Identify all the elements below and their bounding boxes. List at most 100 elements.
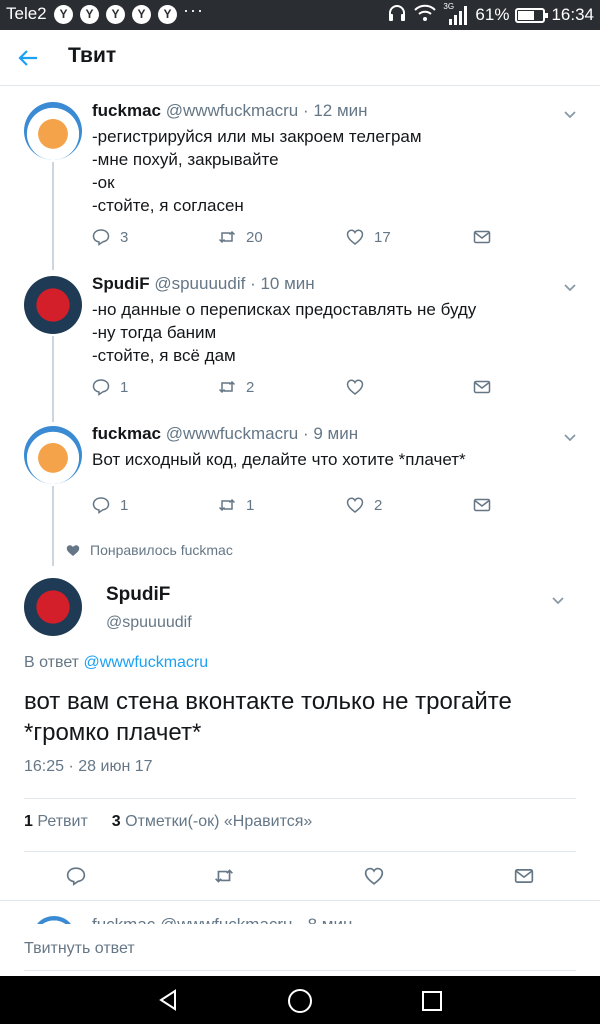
- liked-by-context: Понравилось fuckmac: [66, 542, 233, 558]
- reply-prefix: В ответ: [24, 654, 84, 671]
- chevron-down-icon[interactable]: [564, 429, 576, 445]
- author-name[interactable]: fuckmac: [92, 101, 161, 120]
- chevron-down-icon[interactable]: [564, 279, 576, 295]
- envelope-icon: [473, 498, 491, 512]
- tweet-timestamp: 16:25 · 28 июн 17: [24, 758, 153, 775]
- retweet-button[interactable]: [214, 866, 234, 891]
- notification-icon: Y: [158, 5, 177, 24]
- more-notifications-icon: ···: [183, 0, 204, 20]
- clock: 16:34: [551, 5, 594, 24]
- tweet[interactable]: fuckmac @wwwfuckmacru · 9 мин Вот исходн…: [0, 418, 600, 528]
- notification-icon: Y: [106, 5, 125, 24]
- message-button[interactable]: [514, 866, 534, 891]
- retweet-total: 1: [24, 813, 33, 830]
- reply-button[interactable]: 1: [92, 378, 128, 396]
- retweet-button[interactable]: 20: [218, 228, 263, 246]
- author-name[interactable]: SpudiF: [92, 274, 150, 293]
- retweet-button[interactable]: 1: [218, 496, 254, 514]
- heart-icon: [364, 867, 384, 885]
- tweet-actions: 1 1 2: [0, 496, 600, 516]
- tweet-header: fuckmac @wwwfuckmacru · 9 мин: [92, 424, 358, 444]
- headphones-icon: [387, 4, 407, 27]
- retweet-icon: [218, 380, 236, 394]
- author-name[interactable]: SpudiF: [106, 584, 170, 606]
- reply-to-link[interactable]: @wwwfuckmacru: [83, 654, 208, 671]
- author-handle[interactable]: @wwwfuckmacru: [166, 101, 299, 120]
- reply-context: В ответ @wwwfuckmacru: [24, 654, 208, 672]
- reply-count: 1: [120, 496, 129, 514]
- divider: [24, 851, 576, 852]
- next-tweet-preview[interactable]: fuckmac @wwwfuckmacru · 8 мин: [0, 902, 600, 924]
- message-button[interactable]: [473, 496, 491, 514]
- page-title: Твит: [68, 44, 117, 67]
- carrier-label: Tele2: [6, 4, 47, 23]
- retweet-button[interactable]: 2: [218, 378, 254, 396]
- tweet-text: -регистрируйся или мы закроем телеграм -…: [92, 127, 422, 215]
- avatar[interactable]: [32, 916, 76, 924]
- battery-icon: [515, 7, 549, 23]
- liked-by-label: Понравилось fuckmac: [90, 542, 233, 558]
- divider: [24, 970, 576, 971]
- avatar[interactable]: [24, 276, 82, 334]
- like-count: 17: [374, 228, 391, 246]
- status-right: 3G 61% 16:34: [387, 2, 594, 27]
- chevron-down-icon[interactable]: [552, 592, 564, 608]
- chevron-down-icon[interactable]: [564, 106, 576, 122]
- like-button[interactable]: [346, 378, 374, 396]
- retweet-icon: [215, 869, 233, 883]
- notification-icon: Y: [80, 5, 99, 24]
- focused-tweet-text: вот вам стена вконтакте только не трогай…: [24, 688, 512, 746]
- tweet-actions: 3 20 17: [0, 228, 600, 248]
- back-triangle-icon[interactable]: [156, 988, 180, 1017]
- status-bar: Tele2 Y Y Y Y Y ··· 3G 61% 16:34: [0, 0, 600, 30]
- home-circle-icon[interactable]: [287, 988, 313, 1019]
- retweet-stats[interactable]: 1 Ретвит: [24, 813, 88, 831]
- heart-icon: [346, 379, 364, 395]
- heart-icon: [66, 544, 80, 556]
- tweet-header: fuckmac @wwwfuckmacru · 12 мин: [92, 101, 368, 121]
- tweet-time: · 10 мин: [250, 274, 315, 293]
- retweet-count: 20: [246, 228, 263, 246]
- like-button[interactable]: 17: [346, 228, 391, 246]
- retweet-stats-label: Ретвит: [37, 813, 88, 830]
- network-type-label: 3G: [443, 2, 455, 11]
- like-stats[interactable]: 3 Отметки(-ок) «Нравится»: [112, 813, 313, 831]
- reply-icon: [92, 379, 110, 396]
- author-handle[interactable]: @wwwfuckmacru: [166, 424, 299, 443]
- tweet-time: · 9 мин: [302, 424, 359, 443]
- retweet-count: 2: [246, 378, 255, 396]
- reply-composer[interactable]: Твитнуть ответ: [0, 924, 600, 976]
- reply-button[interactable]: 3: [92, 228, 128, 246]
- author-handle[interactable]: @spuuuudif: [106, 614, 192, 632]
- author-handle[interactable]: @spuuuudif: [154, 274, 245, 293]
- app-bar: Твит: [0, 30, 600, 86]
- heart-icon: [346, 229, 364, 245]
- back-arrow-icon[interactable]: [14, 44, 42, 72]
- reply-input[interactable]: Твитнуть ответ: [24, 940, 135, 958]
- reply-icon: [92, 497, 110, 514]
- notification-icon: Y: [54, 5, 73, 24]
- message-button[interactable]: [473, 228, 491, 246]
- like-button[interactable]: 2: [346, 496, 382, 514]
- reply-icon: [66, 867, 86, 886]
- tweet-actions: 1 2: [0, 378, 600, 398]
- wifi-icon: [413, 4, 437, 27]
- heart-icon: [346, 497, 364, 513]
- reply-count: 1: [120, 378, 129, 396]
- avatar[interactable]: [24, 578, 82, 636]
- avatar[interactable]: [24, 426, 82, 484]
- message-button[interactable]: [473, 378, 491, 396]
- recent-apps-square-icon[interactable]: [420, 989, 444, 1018]
- tweet-stats: 1 Ретвит 3 Отметки(-ок) «Нравится»: [24, 813, 312, 831]
- tweet[interactable]: fuckmac @wwwfuckmacru · 12 мин -регистри…: [0, 96, 600, 266]
- like-button[interactable]: [364, 866, 384, 891]
- avatar[interactable]: [24, 102, 82, 160]
- like-stats-label: Отметки(-ок) «Нравится»: [125, 813, 313, 830]
- reply-button[interactable]: 1: [92, 496, 128, 514]
- reply-button[interactable]: [66, 866, 86, 891]
- author-name[interactable]: fuckmac: [92, 424, 161, 443]
- divider: [0, 900, 600, 901]
- next-tweet-header: fuckmac @wwwfuckmacru · 8 мин: [92, 915, 352, 924]
- tweet[interactable]: SpudiF @spuuuudif · 10 мин -но данные о …: [0, 268, 600, 414]
- tweet-header: SpudiF @spuuuudif · 10 мин: [92, 274, 315, 294]
